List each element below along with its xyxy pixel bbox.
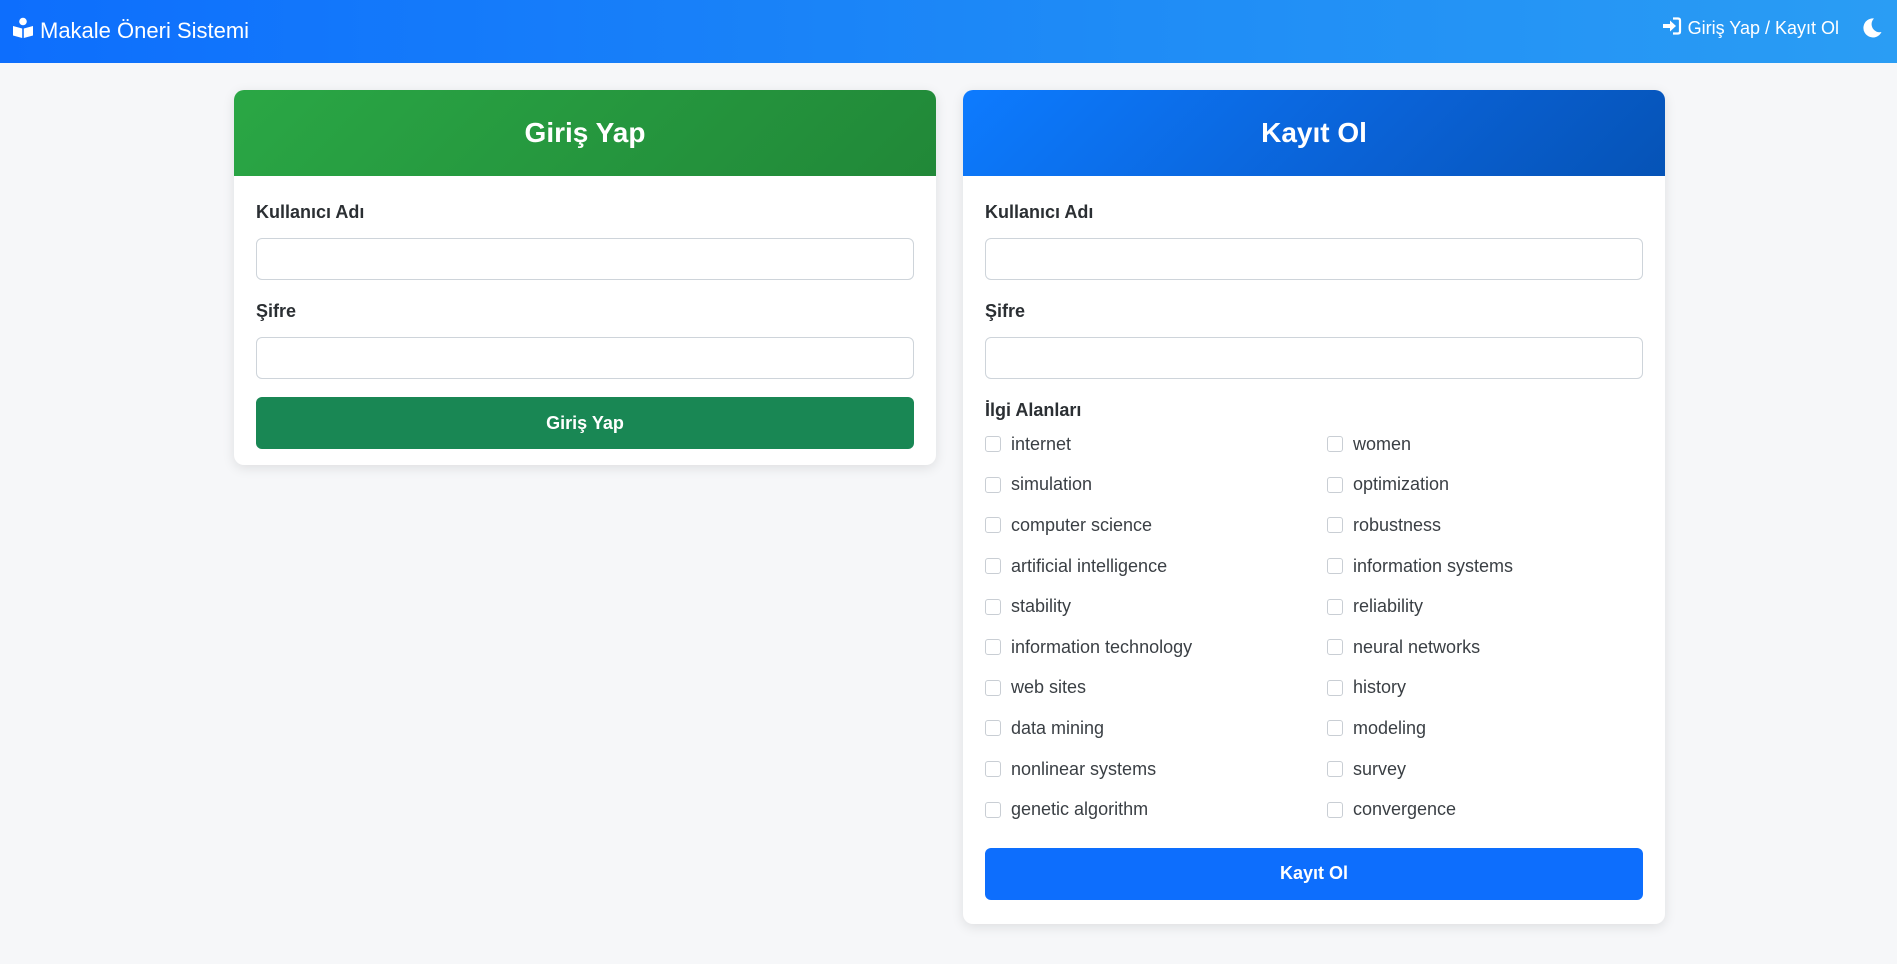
interest-checkbox[interactable]: stability (985, 586, 1327, 627)
interest-label: survey (1353, 758, 1407, 779)
register-username-input[interactable] (985, 238, 1643, 280)
interest-label: neural networks (1353, 636, 1481, 657)
interest-label: internet (1011, 433, 1072, 454)
interest-label: optimization (1353, 474, 1450, 495)
sign-in-icon (1662, 16, 1682, 41)
interest-label: simulation (1011, 474, 1093, 495)
interest-checkbox[interactable]: computer science (985, 505, 1327, 546)
register-password-input[interactable] (985, 337, 1643, 379)
interest-label: data mining (1011, 717, 1105, 738)
interest-checkbox[interactable]: internet (985, 424, 1327, 465)
checkbox-box[interactable] (1327, 761, 1343, 778)
login-form: Kullanıcı Adı Şifre Giriş Yap (234, 202, 936, 449)
interest-checkbox[interactable]: information technology (985, 627, 1327, 668)
interest-label: information systems (1353, 555, 1514, 576)
interests-label: İlgi Alanları (985, 400, 1082, 420)
interest-checkbox[interactable]: neural networks (1327, 627, 1627, 668)
interest-label: modeling (1353, 717, 1427, 738)
checkbox-box[interactable] (1327, 476, 1343, 493)
interest-label: information technology (1011, 636, 1193, 657)
login-username-input[interactable] (256, 238, 914, 280)
interest-label: history (1353, 677, 1407, 698)
register-password-label: Şifre (985, 301, 1026, 321)
interest-label: artificial intelligence (1011, 555, 1168, 576)
interest-label: women (1353, 433, 1412, 454)
interest-label: convergence (1353, 799, 1457, 820)
interest-checkbox[interactable]: nonlinear systems (985, 749, 1327, 790)
checkbox-box[interactable] (1327, 801, 1343, 818)
checkbox-box[interactable] (985, 436, 1001, 453)
interest-label: reliability (1353, 596, 1424, 617)
register-submit-button[interactable]: Kayıt Ol (985, 847, 1643, 900)
checkbox-box[interactable] (985, 517, 1001, 534)
checkbox-box[interactable] (985, 679, 1001, 696)
login-submit-button[interactable]: Giriş Yap (256, 397, 914, 449)
login-card-header: Giriş Yap (234, 90, 936, 176)
login-password-input[interactable] (256, 337, 914, 379)
interest-label: robustness (1353, 514, 1442, 535)
interest-checkbox[interactable]: women (1327, 424, 1627, 465)
interest-checkbox[interactable]: reliability (1327, 586, 1627, 627)
navbar-right: Giriş Yap / Kayıt Ol (1662, 14, 1883, 42)
register-card-title: Kayıt Ol (1261, 117, 1367, 148)
interest-label: web sites (1011, 677, 1087, 698)
login-register-label: Giriş Yap / Kayıt Ol (1687, 17, 1839, 38)
interest-checkbox[interactable]: artificial intelligence (985, 546, 1327, 587)
checkbox-box[interactable] (1327, 598, 1343, 615)
register-form: Kullanıcı Adı Şifre İlgi Alanları intern… (963, 202, 1665, 900)
checkbox-box[interactable] (1327, 517, 1343, 534)
interest-checkbox[interactable]: genetic algorithm (985, 789, 1327, 830)
interests-checklist: internet women simulation optimization c… (985, 424, 1643, 830)
interest-checkbox[interactable]: data mining (985, 708, 1327, 749)
interest-checkbox[interactable]: history (1327, 668, 1627, 709)
register-username-label: Kullanıcı Adı (985, 202, 1094, 222)
checkbox-box[interactable] (985, 720, 1001, 737)
interest-label: computer science (1011, 514, 1153, 535)
interest-label: genetic algorithm (1011, 799, 1149, 820)
navbar: Makale Öneri Sistemi Giriş Yap / Kayıt O… (0, 0, 1897, 63)
login-username-label: Kullanıcı Adı (256, 202, 365, 222)
login-card-title: Giriş Yap (524, 117, 646, 148)
checkbox-box[interactable] (985, 761, 1001, 778)
register-card-header: Kayıt Ol (963, 90, 1665, 176)
interest-label: nonlinear systems (1011, 758, 1157, 779)
interest-checkbox[interactable]: web sites (985, 668, 1327, 709)
interest-checkbox[interactable]: information systems (1327, 546, 1627, 587)
brand-title: Makale Öneri Sistemi (40, 18, 250, 43)
checkbox-box[interactable] (1327, 679, 1343, 696)
checkbox-box[interactable] (985, 476, 1001, 493)
interest-checkbox[interactable]: optimization (1327, 465, 1627, 506)
login-card: Giriş Yap Kullanıcı Adı Şifre Giriş Yap (234, 90, 936, 465)
checkbox-box[interactable] (985, 598, 1001, 615)
moon-icon[interactable] (1861, 17, 1883, 39)
login-register-link[interactable]: Giriş Yap / Kayıt Ol (1662, 16, 1839, 41)
checkbox-box[interactable] (985, 801, 1001, 818)
login-password-label: Şifre (256, 301, 297, 321)
brand-link[interactable]: Makale Öneri Sistemi (12, 14, 249, 48)
checkbox-box[interactable] (1327, 558, 1343, 575)
interest-checkbox[interactable]: modeling (1327, 708, 1627, 749)
interest-checkbox[interactable]: simulation (985, 465, 1327, 506)
book-reader-icon (12, 17, 34, 45)
interest-checkbox[interactable]: robustness (1327, 505, 1627, 546)
checkbox-box[interactable] (985, 558, 1001, 575)
checkbox-box[interactable] (1327, 639, 1343, 656)
checkbox-box[interactable] (985, 639, 1001, 656)
checkbox-box[interactable] (1327, 720, 1343, 737)
interest-label: stability (1011, 596, 1072, 617)
interest-checkbox[interactable]: convergence (1327, 789, 1627, 830)
interest-checkbox[interactable]: survey (1327, 749, 1627, 790)
checkbox-box[interactable] (1327, 436, 1343, 453)
register-card: Kayıt Ol Kullanıcı Adı Şifre İlgi Alanla… (963, 90, 1665, 924)
